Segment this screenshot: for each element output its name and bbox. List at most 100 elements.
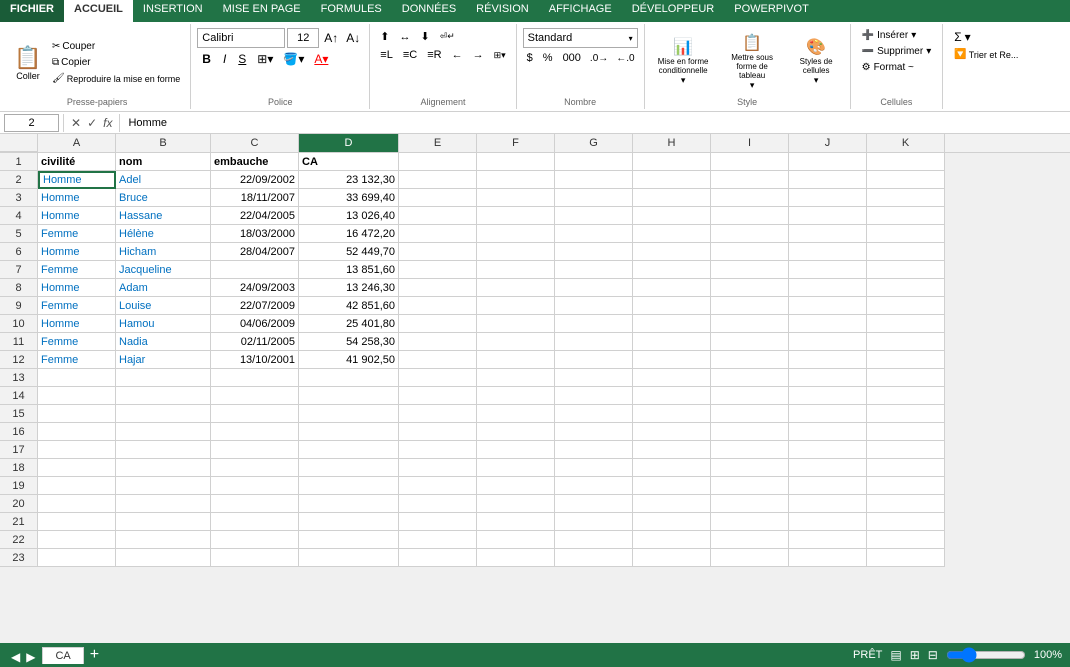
cell-11-0[interactable]: Femme — [38, 333, 116, 351]
revision-tab[interactable]: RÉVISION — [466, 0, 539, 22]
insertion-tab[interactable]: INSERTION — [133, 0, 213, 22]
row-header-21[interactable]: 21 — [0, 513, 38, 531]
cell-10-5[interactable] — [477, 315, 555, 333]
cell-17-6[interactable] — [555, 441, 633, 459]
cell-8-7[interactable] — [633, 279, 711, 297]
row-header-1[interactable]: 1 — [0, 153, 38, 171]
accueil-tab[interactable]: ACCUEIL — [64, 0, 133, 22]
cell-12-7[interactable] — [633, 351, 711, 369]
cell-19-8[interactable] — [711, 477, 789, 495]
cut-button[interactable]: ✂ Couper — [48, 39, 184, 54]
cell-5-5[interactable] — [477, 225, 555, 243]
cell-1-8[interactable] — [711, 153, 789, 171]
sum-button[interactable]: Σ ▾ — [949, 28, 1027, 46]
dec-decimal-button[interactable]: ←.0 — [613, 51, 637, 66]
cell-17-7[interactable] — [633, 441, 711, 459]
cell-20-7[interactable] — [633, 495, 711, 513]
cell-8-2[interactable]: 24/09/2003 — [211, 279, 299, 297]
align-center-button[interactable]: ≡C — [399, 47, 421, 63]
cell-22-1[interactable] — [116, 531, 211, 549]
cell-20-5[interactable] — [477, 495, 555, 513]
cell-9-9[interactable] — [789, 297, 867, 315]
cell-4-2[interactable]: 22/04/2005 — [211, 207, 299, 225]
indent-inc-button[interactable]: → — [469, 47, 488, 63]
percent-button[interactable]: % — [539, 50, 557, 66]
cell-11-7[interactable] — [633, 333, 711, 351]
cell-16-9[interactable] — [789, 423, 867, 441]
cell-18-0[interactable] — [38, 459, 116, 477]
cell-3-1[interactable]: Bruce — [116, 189, 211, 207]
normal-view-button[interactable]: ▤ — [890, 648, 901, 662]
row-header-20[interactable]: 20 — [0, 495, 38, 513]
cell-5-3[interactable]: 16 472,20 — [299, 225, 399, 243]
row-header-14[interactable]: 14 — [0, 387, 38, 405]
cell-21-5[interactable] — [477, 513, 555, 531]
cell-16-4[interactable] — [399, 423, 477, 441]
cell-20-3[interactable] — [299, 495, 399, 513]
cell-22-3[interactable] — [299, 531, 399, 549]
cell-9-7[interactable] — [633, 297, 711, 315]
cell-11-1[interactable]: Nadia — [116, 333, 211, 351]
donnees-tab[interactable]: DONNÉES — [392, 0, 466, 22]
cell-23-7[interactable] — [633, 549, 711, 567]
cell-8-3[interactable]: 13 246,30 — [299, 279, 399, 297]
borders-button[interactable]: ⊞▾ — [253, 50, 277, 68]
cell-14-4[interactable] — [399, 387, 477, 405]
cell-14-6[interactable] — [555, 387, 633, 405]
cell-13-3[interactable] — [299, 369, 399, 387]
cell-15-7[interactable] — [633, 405, 711, 423]
cell-18-5[interactable] — [477, 459, 555, 477]
cell-4-1[interactable]: Hassane — [116, 207, 211, 225]
cell-1-7[interactable] — [633, 153, 711, 171]
cell-2-7[interactable] — [633, 171, 711, 189]
powerpivot-tab[interactable]: POWERPIVOT — [724, 0, 819, 22]
cell-7-9[interactable] — [789, 261, 867, 279]
cell-23-5[interactable] — [477, 549, 555, 567]
row-header-12[interactable]: 12 — [0, 351, 38, 369]
cell-14-0[interactable] — [38, 387, 116, 405]
cell-5-9[interactable] — [789, 225, 867, 243]
cell-12-2[interactable]: 13/10/2001 — [211, 351, 299, 369]
cell-6-3[interactable]: 52 449,70 — [299, 243, 399, 261]
cell-4-3[interactable]: 13 026,40 — [299, 207, 399, 225]
cell-3-9[interactable] — [789, 189, 867, 207]
cell-3-6[interactable] — [555, 189, 633, 207]
row-header-18[interactable]: 18 — [0, 459, 38, 477]
cell-22-8[interactable] — [711, 531, 789, 549]
cell-8-6[interactable] — [555, 279, 633, 297]
cell-4-5[interactable] — [477, 207, 555, 225]
cell-22-2[interactable] — [211, 531, 299, 549]
cell-5-8[interactable] — [711, 225, 789, 243]
cell-14-2[interactable] — [211, 387, 299, 405]
cell-8-4[interactable] — [399, 279, 477, 297]
cell-9-6[interactable] — [555, 297, 633, 315]
cell-6-6[interactable] — [555, 243, 633, 261]
cell-6-8[interactable] — [711, 243, 789, 261]
cell-11-9[interactable] — [789, 333, 867, 351]
cell-20-4[interactable] — [399, 495, 477, 513]
cell-13-1[interactable] — [116, 369, 211, 387]
cell-15-4[interactable] — [399, 405, 477, 423]
cell-8-0[interactable]: Homme — [38, 279, 116, 297]
row-header-13[interactable]: 13 — [0, 369, 38, 387]
cell-1-9[interactable] — [789, 153, 867, 171]
cell-4-7[interactable] — [633, 207, 711, 225]
cell-5-7[interactable] — [633, 225, 711, 243]
cell-14-3[interactable] — [299, 387, 399, 405]
cell-1-4[interactable] — [399, 153, 477, 171]
scroll-left-button[interactable]: ◀ — [8, 650, 23, 664]
cell-18-9[interactable] — [789, 459, 867, 477]
cell-15-9[interactable] — [789, 405, 867, 423]
cell-16-0[interactable] — [38, 423, 116, 441]
align-top-button[interactable]: ⬆ — [376, 28, 393, 45]
cell-1-0[interactable]: civilité — [38, 153, 116, 171]
font-name-input[interactable] — [197, 28, 285, 48]
copy-button[interactable]: ⧉ Copier — [48, 55, 184, 70]
cell-14-10[interactable] — [867, 387, 945, 405]
paste-button[interactable]: 📋 Coller — [10, 42, 46, 84]
cell-15-8[interactable] — [711, 405, 789, 423]
cell-17-2[interactable] — [211, 441, 299, 459]
row-header-11[interactable]: 11 — [0, 333, 38, 351]
cell-10-10[interactable] — [867, 315, 945, 333]
cell-11-2[interactable]: 02/11/2005 — [211, 333, 299, 351]
